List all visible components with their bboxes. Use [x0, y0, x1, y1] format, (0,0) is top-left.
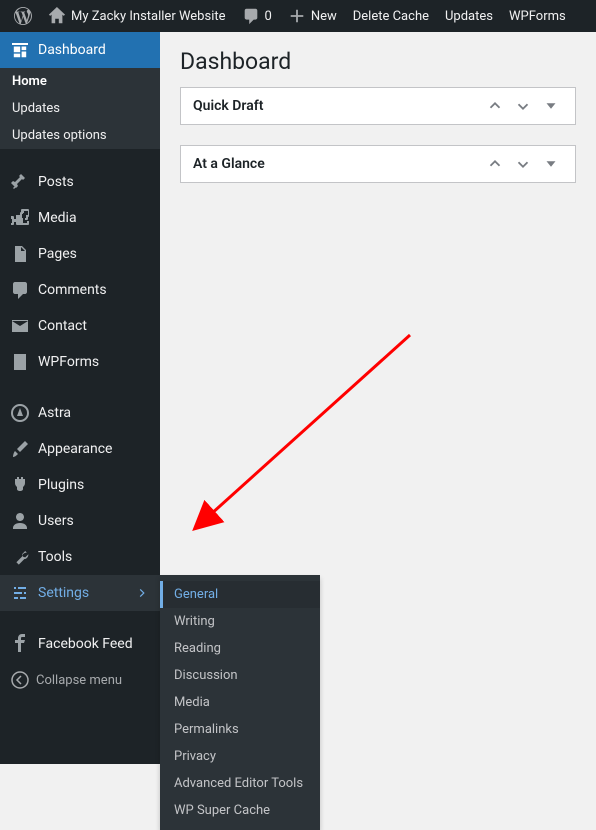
- flyout-item-advanced-editor-tools[interactable]: Advanced Editor Tools: [160, 770, 320, 797]
- flyout-item-media[interactable]: Media: [160, 689, 320, 716]
- chevron-right-icon: [136, 587, 148, 599]
- new-label: New: [311, 9, 337, 24]
- chevron-up-icon: [486, 155, 504, 173]
- sidebar-item-label: Comments: [38, 282, 107, 298]
- new-link[interactable]: New: [280, 0, 345, 32]
- postbox-header: At a Glance: [181, 146, 575, 182]
- postbox-title: At a Glance: [193, 156, 265, 172]
- sidebar-item-label: Settings: [38, 585, 89, 601]
- toggle-button[interactable]: [539, 152, 563, 176]
- sidebar-item-comments[interactable]: Comments: [0, 272, 160, 308]
- submenu-home[interactable]: Home: [0, 68, 160, 95]
- site-link[interactable]: My Zacky Installer Website: [40, 0, 234, 32]
- sidebar-item-posts[interactable]: Posts: [0, 164, 160, 200]
- mail-icon: [10, 316, 30, 336]
- sidebar-item-label: Facebook Feed: [38, 636, 133, 652]
- move-up-button[interactable]: [483, 152, 507, 176]
- pages-icon: [10, 244, 30, 264]
- collapse-icon: [10, 670, 30, 690]
- sidebar-item-dashboard[interactable]: Dashboard: [0, 32, 160, 68]
- postbox: Quick Draft: [180, 87, 576, 125]
- sidebar-item-settings[interactable]: Settings GeneralWritingReadingDiscussion…: [0, 575, 160, 611]
- dashboard-icon: [10, 40, 30, 60]
- sidebar-item-label: Pages: [38, 246, 77, 262]
- flyout-item-reading[interactable]: Reading: [160, 635, 320, 662]
- settings-flyout: GeneralWritingReadingDiscussionMediaPerm…: [160, 575, 320, 830]
- home-icon: [48, 7, 66, 25]
- sidebar-item-label: Media: [38, 210, 77, 226]
- sidebar-item-tools[interactable]: Tools: [0, 539, 160, 575]
- sidebar-item-wpforms[interactable]: WPForms: [0, 344, 160, 380]
- sidebar-item-contact[interactable]: Contact: [0, 308, 160, 344]
- comment-icon: [242, 7, 260, 25]
- sidebar-item-users[interactable]: Users: [0, 503, 160, 539]
- admin-sidebar: Dashboard Home Updates Updates options P…: [0, 32, 160, 764]
- delete-cache-link[interactable]: Delete Cache: [345, 0, 437, 32]
- flyout-item-general[interactable]: General: [160, 581, 320, 608]
- comments-icon: [10, 280, 30, 300]
- dashboard-submenu: Home Updates Updates options: [0, 68, 160, 149]
- toggle-button[interactable]: [539, 94, 563, 118]
- sidebar-item-label: Contact: [38, 318, 87, 334]
- sidebar-item-plugins[interactable]: Plugins: [0, 467, 160, 503]
- brush-icon: [10, 439, 30, 459]
- sidebar-item-appearance[interactable]: Appearance: [0, 431, 160, 467]
- postbox-actions: [483, 94, 563, 118]
- collapse-label: Collapse menu: [36, 673, 122, 688]
- topbar-wpforms-link[interactable]: WPForms: [501, 0, 574, 32]
- collapse-menu[interactable]: Collapse menu: [0, 662, 160, 698]
- chevron-up-icon: [486, 97, 504, 115]
- flyout-item-discussion[interactable]: Discussion: [160, 662, 320, 689]
- flyout-item-wp-super-cache[interactable]: WP Super Cache: [160, 797, 320, 824]
- postbox-header: Quick Draft: [181, 88, 575, 124]
- submenu-updates[interactable]: Updates: [0, 95, 160, 122]
- pin-icon: [10, 172, 30, 192]
- wrench-icon: [10, 547, 30, 567]
- chevron-down-icon: [514, 155, 532, 173]
- sidebar-item-pages[interactable]: Pages: [0, 236, 160, 272]
- plus-icon: [288, 7, 306, 25]
- move-down-button[interactable]: [511, 152, 535, 176]
- flyout-item-permalinks[interactable]: Permalinks: [160, 716, 320, 743]
- sidebar-item-label: Plugins: [38, 477, 84, 493]
- topbar-updates-link[interactable]: Updates: [437, 0, 501, 32]
- postbox: At a Glance: [180, 145, 576, 183]
- astra-icon: [10, 403, 30, 423]
- wordpress-icon: [14, 7, 32, 25]
- sidebar-item-label: Astra: [38, 405, 71, 421]
- sidebar-item-astra[interactable]: Astra: [0, 395, 160, 431]
- submenu-updates-options[interactable]: Updates options: [0, 122, 160, 149]
- form-icon: [10, 352, 30, 372]
- postbox-title: Quick Draft: [193, 98, 263, 114]
- postbox-actions: [483, 152, 563, 176]
- caret-down-icon: [542, 155, 560, 173]
- site-name: My Zacky Installer Website: [71, 9, 226, 24]
- comments-link[interactable]: 0: [234, 0, 280, 32]
- move-down-button[interactable]: [511, 94, 535, 118]
- sidebar-item-label: Posts: [38, 174, 74, 190]
- plug-icon: [10, 475, 30, 495]
- wordpress-logo[interactable]: [6, 0, 40, 32]
- flyout-item-writing[interactable]: Writing: [160, 608, 320, 635]
- flyout-item-privacy[interactable]: Privacy: [160, 743, 320, 770]
- sidebar-item-media[interactable]: Media: [0, 200, 160, 236]
- media-icon: [10, 208, 30, 228]
- facebook-icon: [10, 634, 30, 654]
- move-up-button[interactable]: [483, 94, 507, 118]
- page-title: Dashboard: [180, 32, 576, 87]
- caret-down-icon: [542, 97, 560, 115]
- sidebar-item-label: Users: [38, 513, 74, 529]
- sidebar-item-facebook-feed[interactable]: Facebook Feed: [0, 626, 160, 662]
- sidebar-item-label: Dashboard: [38, 42, 106, 58]
- sidebar-item-label: WPForms: [38, 354, 99, 370]
- admin-topbar: My Zacky Installer Website 0 New Delete …: [0, 0, 596, 32]
- chevron-down-icon: [514, 97, 532, 115]
- sidebar-item-label: Appearance: [38, 441, 112, 457]
- sidebar-item-label: Tools: [38, 549, 72, 565]
- user-icon: [10, 511, 30, 531]
- sliders-icon: [10, 583, 30, 603]
- comments-count: 0: [265, 9, 272, 24]
